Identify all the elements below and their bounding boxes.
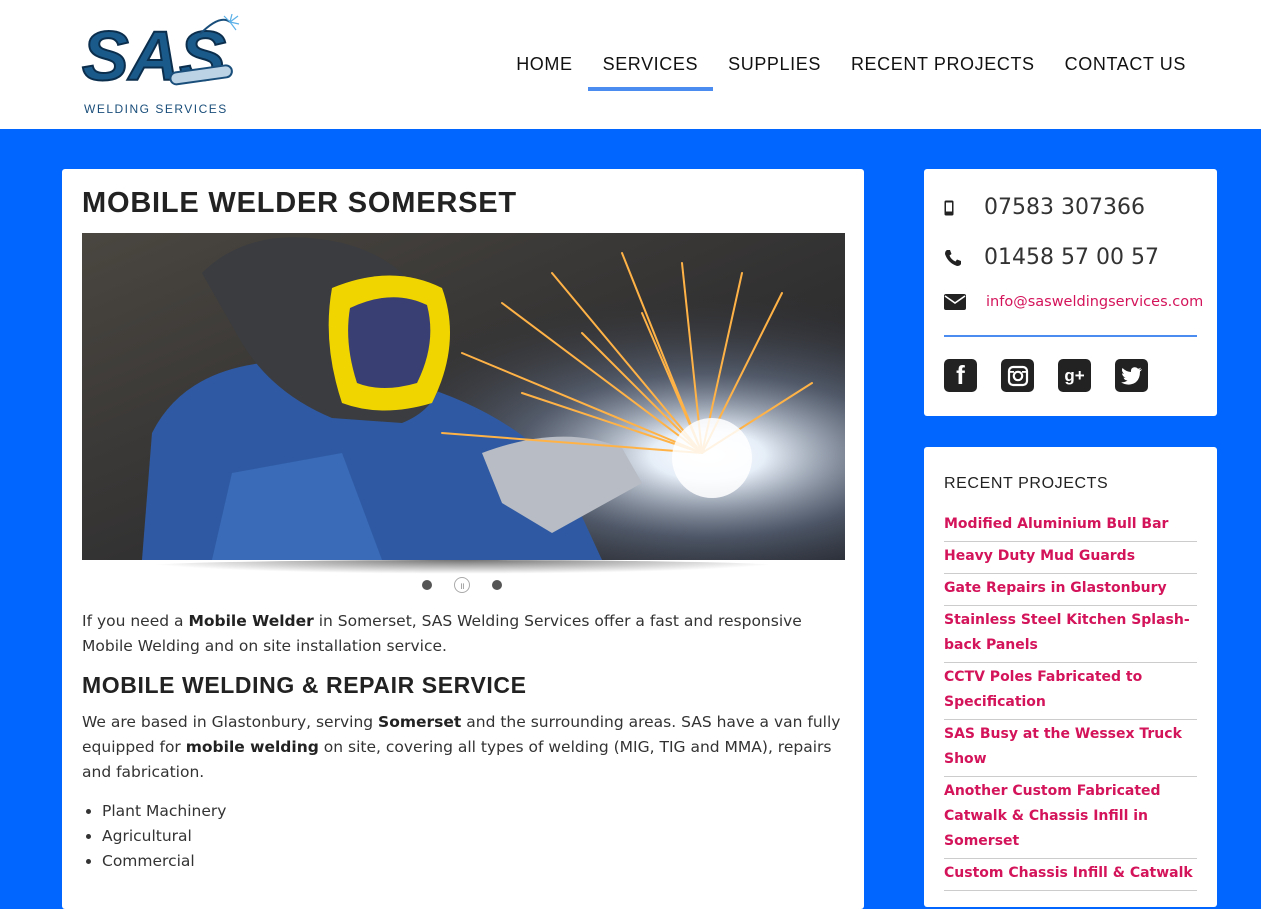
section-heading: MOBILE WELDING & REPAIR SERVICE (82, 672, 527, 698)
phone-icon (944, 246, 984, 270)
nav-services[interactable]: SERVICES (587, 52, 714, 92)
contact-widget: 07583 307366 01458 57 00 57 info@sasweld… (924, 169, 1217, 416)
image-slider[interactable] (82, 233, 845, 560)
recent-projects-title: RECENT PROJECTS (944, 475, 1109, 492)
slider-dot-2[interactable]: ॥ (454, 577, 470, 593)
service-list: Plant Machinery Agricultural Commercial (102, 799, 842, 874)
logo-subtitle: WELDING SERVICES (84, 102, 228, 116)
list-item: Plant Machinery (102, 799, 842, 824)
nav-recent-projects[interactable]: RECENT PROJECTS (836, 52, 1050, 92)
site-header: SAS WELDING SERVICES HOME SERVICES SUPPL… (0, 0, 1261, 129)
email-row: info@sasweldingservices.com (944, 290, 1203, 314)
intro-paragraph: If you need a Mobile Welder in Somerset,… (82, 612, 802, 655)
recent-project-link[interactable]: Modified Aluminium Bull Bar (944, 512, 1197, 542)
recent-project-link[interactable]: Gate Repairs in Glastonbury (944, 576, 1197, 606)
slider-dot-1[interactable] (422, 580, 432, 590)
recent-project-link[interactable]: SAS Busy at the Wessex Truck Show (944, 722, 1197, 777)
service-paragraph: We are based in Glastonbury, serving Som… (82, 713, 841, 781)
recent-project-link[interactable]: CCTV Poles Fabricated to Specification (944, 665, 1197, 720)
page-title: MOBILE WELDER SOMERSET (82, 187, 517, 219)
site-logo[interactable]: SAS WELDING SERVICES (80, 13, 240, 118)
mobile-number[interactable]: 07583 307366 (984, 195, 1145, 220)
social-links: f g+ (944, 359, 1148, 392)
slider-dots: ॥ (422, 577, 502, 593)
logo-graphic: SAS (81, 13, 240, 96)
facebook-icon[interactable]: f (944, 359, 977, 392)
list-item: Commercial (102, 849, 842, 874)
nav-home[interactable]: HOME (501, 52, 587, 92)
instagram-icon[interactable] (1001, 359, 1034, 392)
nav-contact-us[interactable]: CONTACT US (1050, 52, 1201, 92)
envelope-icon (944, 290, 986, 314)
welder-photo (82, 233, 845, 560)
mobile-row: 07583 307366 (944, 195, 1145, 220)
article-body: If you need a Mobile Welder in Somerset,… (82, 609, 842, 874)
divider (944, 335, 1197, 337)
slider-shadow (132, 560, 795, 574)
list-item: Agricultural (102, 824, 842, 849)
slider-dot-3[interactable] (492, 580, 502, 590)
mobile-phone-icon (944, 196, 984, 220)
main-content: MOBILE WELDER SOMERSET ॥ If you need a M… (62, 169, 864, 909)
recent-project-link[interactable]: Custom Chassis Infill & Catwalk (944, 861, 1197, 891)
recent-project-link[interactable]: Heavy Duty Mud Guards (944, 544, 1197, 574)
nav-supplies[interactable]: SUPPLIES (713, 52, 836, 92)
recent-projects-widget: RECENT PROJECTS Modified Aluminium Bull … (924, 447, 1217, 907)
google-plus-icon[interactable]: g+ (1058, 359, 1091, 392)
email-link[interactable]: info@sasweldingservices.com (986, 294, 1203, 310)
twitter-icon[interactable] (1115, 359, 1148, 392)
main-nav: HOME SERVICES SUPPLIES RECENT PROJECTS C… (501, 52, 1201, 92)
phone-number[interactable]: 01458 57 00 57 (984, 245, 1159, 270)
recent-projects-list: Modified Aluminium Bull Bar Heavy Duty M… (944, 512, 1197, 893)
recent-project-link[interactable]: Stainless Steel Kitchen Splash-back Pane… (944, 608, 1197, 663)
recent-project-link[interactable]: Another Custom Fabricated Catwalk & Chas… (944, 779, 1197, 859)
pause-icon: ॥ (459, 581, 465, 592)
phone-row: 01458 57 00 57 (944, 245, 1159, 270)
